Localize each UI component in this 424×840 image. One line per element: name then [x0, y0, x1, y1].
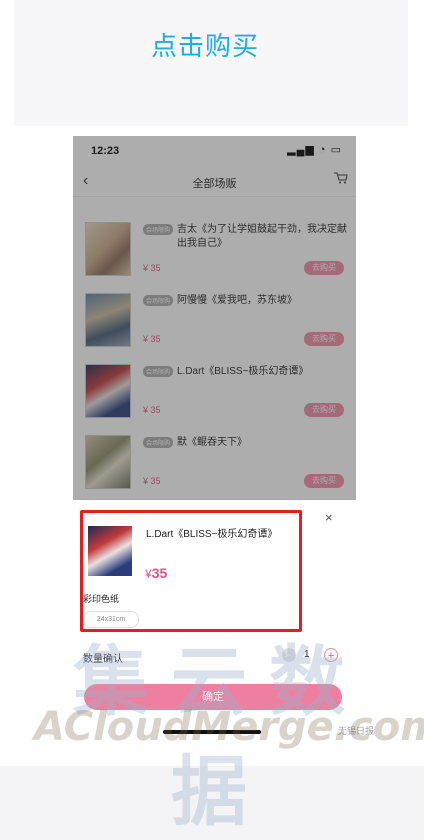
- confirm-button[interactable]: 确定: [84, 684, 342, 710]
- quantity-label: 数量确认: [83, 654, 123, 665]
- close-icon[interactable]: ×: [325, 510, 333, 525]
- buy-button[interactable]: 去购买: [304, 474, 344, 488]
- item-price: ¥ 35: [143, 405, 161, 415]
- phone-screen: 12:23 ▂▄▆ ◔ ▭ ‹ 全部场贩 会场限购 吉太《为了让学姐鼓起干劲，我…: [73, 136, 356, 500]
- product-thumbnail: [85, 293, 131, 347]
- list-item[interactable]: 会场限购 L.Dart《BLISS~极乐幻奇谭》 ¥ 35 去购买: [73, 360, 356, 432]
- nav-bar: ‹ 全部场贩: [73, 166, 356, 197]
- status-time: 12:23: [91, 145, 120, 157]
- limit-badge: 会场限购: [143, 366, 174, 377]
- screenshot-frame: 点击购买 12:23 ▂▄▆ ◔ ▭ ‹ 全部场贩 会场限购 吉太《为了让学姐鼓…: [0, 0, 424, 836]
- decrease-quantity-button[interactable]: -: [282, 648, 296, 662]
- headline: 点击购买: [150, 32, 259, 62]
- item-title: 阿慢慢《爱我吧，苏东坡》: [177, 295, 297, 306]
- quantity-value: 1: [304, 649, 310, 660]
- item-price: ¥ 35: [143, 263, 161, 273]
- product-thumbnail: [85, 222, 131, 276]
- list-item[interactable]: 会场限购 吉太《为了让学姐鼓起干劲，我决定献出我自己》 ¥ 35 去购买: [73, 218, 356, 290]
- item-title: 默《鲲吞天下》: [177, 437, 247, 448]
- item-title: 吉太《为了让学姐鼓起干劲，我决定献出我自己》: [177, 224, 347, 249]
- buy-button[interactable]: 去购买: [304, 261, 344, 275]
- limit-badge: 会场限购: [143, 437, 174, 448]
- buy-button[interactable]: 去购买: [304, 332, 344, 346]
- cart-icon[interactable]: [334, 172, 348, 184]
- product-thumbnail: [85, 364, 131, 418]
- product-thumbnail: [85, 435, 131, 489]
- headline-panel: [14, 0, 408, 126]
- limit-badge: 会场限购: [143, 224, 174, 235]
- increase-quantity-button[interactable]: +: [324, 648, 338, 662]
- page-title: 全部场贩: [192, 178, 237, 190]
- status-bar: 12:23 ▂▄▆ ◔ ▭: [73, 136, 356, 166]
- item-price: ¥ 35: [143, 476, 161, 486]
- buy-button[interactable]: 去购买: [304, 403, 344, 417]
- signal-wifi-battery-icon: ▂▄▆ ◔ ▭: [287, 144, 342, 156]
- highlight-box: [80, 510, 302, 632]
- list-item[interactable]: 会场限购 阿慢慢《爱我吧，苏东坡》 ¥ 35 去购买: [73, 289, 356, 361]
- item-price: ¥ 35: [143, 334, 161, 344]
- limit-badge: 会场限购: [143, 295, 174, 306]
- home-indicator: [163, 730, 261, 734]
- list-item[interactable]: 会场限购 默《鲲吞天下》 ¥ 35 去购买: [73, 431, 356, 500]
- item-title: L.Dart《BLISS~极乐幻奇谭》: [177, 366, 309, 377]
